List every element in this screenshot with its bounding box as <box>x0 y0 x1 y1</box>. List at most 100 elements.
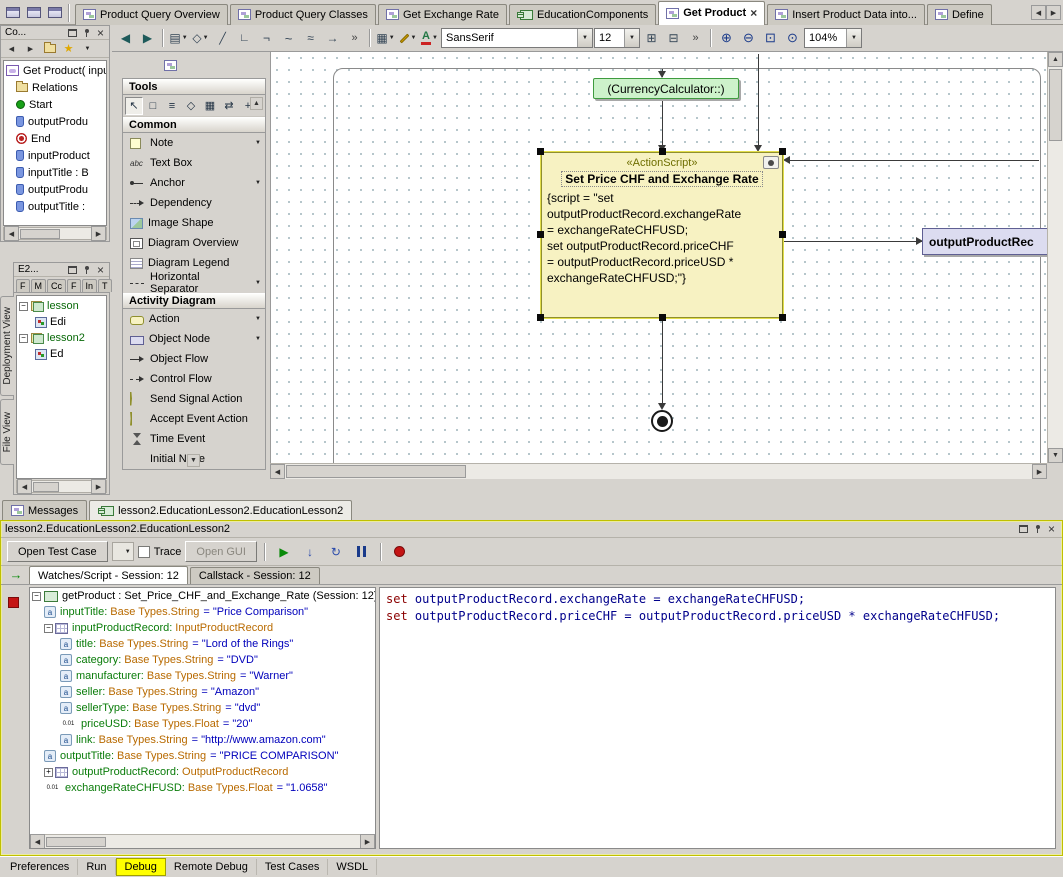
dropdown-icon[interactable] <box>255 140 261 146</box>
tree-item-lesson[interactable]: lesson <box>17 298 106 314</box>
dependency-tool-icon[interactable] <box>190 28 211 49</box>
status-tab-test-cases[interactable]: Test Cases <box>257 859 328 875</box>
step-into-icon[interactable] <box>299 542 321 562</box>
tree-item-outputproduct-2[interactable]: outputProdu <box>4 181 106 198</box>
tab-watches-script[interactable]: Watches/Script - Session: 12 <box>29 566 188 584</box>
tool-accept-event-action[interactable]: Accept Event Action <box>123 409 265 429</box>
tree-item-get-product[interactable]: Get Product( inpu <box>4 62 106 79</box>
tree-row[interactable]: category:Base Types.String= "DVD" <box>30 652 375 668</box>
scrollbar-thumb[interactable] <box>286 465 466 478</box>
insert-before-icon[interactable] <box>641 28 662 49</box>
tab-product-query-overview[interactable]: Product Query Overview <box>75 4 228 25</box>
status-tab-preferences[interactable]: Preferences <box>2 859 78 875</box>
swap-tool-icon[interactable] <box>220 97 238 115</box>
test-case-combobox[interactable] <box>112 542 134 561</box>
scroll-right-icon[interactable] <box>1032 464 1047 479</box>
dropdown-icon[interactable] <box>255 316 261 322</box>
resize-handle[interactable] <box>779 231 786 238</box>
fill-grid-icon[interactable] <box>375 28 396 49</box>
breakpoint-icon[interactable] <box>8 597 19 608</box>
tab-lesson2-debugger[interactable]: lesson2.EducationLesson2.EducationLesson… <box>89 500 352 520</box>
tree-row[interactable]: outputTitle:Base Types.String= "PRICE CO… <box>30 748 375 764</box>
zoom-combobox[interactable]: 104% <box>804 28 862 48</box>
action-script-node[interactable]: «ActionScript» Set Price CHF and Exchang… <box>541 152 783 318</box>
resize-handle[interactable] <box>779 314 786 321</box>
tree-row[interactable]: exchangeRateCHFUSD:Base Types.Float= "1.… <box>30 780 375 796</box>
insert-after-icon[interactable] <box>663 28 684 49</box>
close-icon[interactable] <box>750 7 757 19</box>
tab-scroll-right-icon[interactable] <box>1046 5 1061 20</box>
tree-row[interactable]: manufacturer:Base Types.String= "Warner" <box>30 668 375 684</box>
close-icon[interactable] <box>94 264 107 276</box>
font-color-icon[interactable] <box>419 28 440 49</box>
explorer-tab[interactable]: F <box>67 279 81 292</box>
vertical-scrollbar[interactable] <box>1047 52 1063 463</box>
tree-item-lesson2[interactable]: lesson2 <box>17 330 106 346</box>
resize-handle[interactable] <box>537 231 544 238</box>
resume-session-icon[interactable] <box>5 564 27 584</box>
dropdown-icon[interactable] <box>182 35 188 41</box>
tool-image-shape[interactable]: Image Shape <box>123 213 265 233</box>
pencil-style-icon[interactable] <box>397 28 418 49</box>
tool-action[interactable]: Action <box>123 309 265 329</box>
dropdown-icon[interactable] <box>255 280 261 286</box>
tool-text-box[interactable]: Text Box <box>123 153 265 173</box>
status-tab-debug[interactable]: Debug <box>116 858 166 876</box>
object-flow-edge[interactable] <box>790 160 1039 161</box>
collapse-icon[interactable] <box>19 334 28 343</box>
dropdown-icon[interactable] <box>255 180 261 186</box>
tree-row[interactable]: outputProductRecord:OutputProductRecord <box>30 764 375 780</box>
curved-line-icon[interactable] <box>278 28 299 49</box>
scroll-right-icon[interactable] <box>91 479 106 494</box>
scroll-right-icon[interactable] <box>360 834 375 849</box>
rectilinear-line-icon[interactable] <box>234 28 255 49</box>
toolbox-header-activity[interactable]: Activity Diagram <box>123 293 265 309</box>
dropdown-icon[interactable] <box>846 29 861 47</box>
spline-line-icon[interactable] <box>300 28 321 49</box>
currency-calculator-node[interactable]: (CurrencyCalculator::) <box>593 78 739 99</box>
tab-get-exchange-rate[interactable]: Get Exchange Rate <box>378 4 507 25</box>
control-flow-edge[interactable] <box>758 54 759 145</box>
scrollbar-thumb[interactable] <box>1049 69 1062 141</box>
tree-row[interactable]: inputProductRecord:InputProductRecord <box>30 620 375 636</box>
font-combobox[interactable]: SansSerif <box>441 28 593 48</box>
scroll-left-icon[interactable] <box>17 479 32 494</box>
grid-tool-icon[interactable] <box>201 97 219 115</box>
float-icon[interactable] <box>66 27 79 39</box>
run-icon[interactable] <box>273 542 295 562</box>
tool-diagram-legend[interactable]: Diagram Legend <box>123 253 265 273</box>
bent-line-icon[interactable] <box>256 28 277 49</box>
resize-handle[interactable] <box>779 148 786 155</box>
diagram-canvas[interactable]: (CurrencyCalculator::) «ActionScript» Se… <box>270 52 1047 463</box>
resize-handle[interactable] <box>659 148 666 155</box>
collapse-icon[interactable] <box>19 302 28 311</box>
toolbox-header-common[interactable]: Common <box>123 117 265 133</box>
back-icon[interactable] <box>3 41 20 56</box>
collapse-icon[interactable] <box>44 624 53 633</box>
pin-icon[interactable] <box>80 264 93 276</box>
scroll-right-icon[interactable] <box>91 226 106 241</box>
tree-row[interactable]: title:Base Types.String= "Lord of the Ri… <box>30 636 375 652</box>
swimlane-tool-icon[interactable] <box>168 28 189 49</box>
tab-file-view[interactable]: File View <box>0 399 14 465</box>
scrollbar-thumb[interactable] <box>46 837 106 847</box>
zoom-fit-icon[interactable] <box>760 28 781 49</box>
tool-note[interactable]: Note <box>123 133 265 153</box>
scroll-left-icon[interactable] <box>4 226 19 241</box>
select-tool-icon[interactable] <box>125 97 143 115</box>
object-flow-edge[interactable] <box>784 241 923 242</box>
dropdown-icon[interactable] <box>255 336 261 342</box>
explorer-tab[interactable]: Cc <box>47 279 66 292</box>
layout-tool-icon[interactable] <box>163 97 181 115</box>
horizontal-scrollbar[interactable] <box>30 834 375 848</box>
tree-item-start[interactable]: Start <box>4 96 106 113</box>
close-icon[interactable] <box>94 27 107 39</box>
scroll-left-icon[interactable] <box>30 834 45 849</box>
scrollbar-thumb[interactable] <box>20 229 60 239</box>
panel-menu-icon[interactable] <box>79 41 96 56</box>
tab-educationcomponents[interactable]: EducationComponents <box>509 4 656 25</box>
pause-icon[interactable] <box>351 542 373 562</box>
tree-row[interactable]: seller:Base Types.String= "Amazon" <box>30 684 375 700</box>
action-title[interactable]: Set Price CHF and Exchange Rate <box>561 171 762 187</box>
explorer-tab[interactable]: In <box>82 279 98 292</box>
